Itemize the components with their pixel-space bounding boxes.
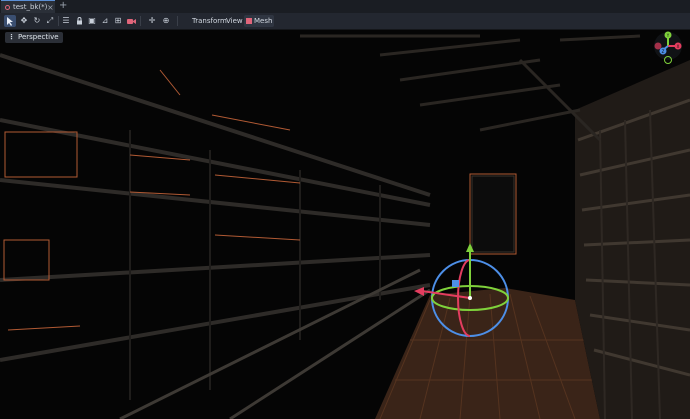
- local-space-icon[interactable]: ✛: [146, 15, 158, 27]
- axis-x-label: X: [677, 44, 680, 49]
- toolbar-separator: [177, 16, 178, 26]
- move-icon[interactable]: ✥: [18, 15, 30, 27]
- mesh-icon: [246, 18, 252, 24]
- snap-icon[interactable]: ⊞: [112, 15, 124, 27]
- orientation-gizmo[interactable]: Y X Z: [654, 31, 682, 64]
- kebab-menu-icon: ⋮: [8, 33, 15, 41]
- scene-tab[interactable]: test_bk(*) ×: [1, 0, 55, 13]
- camera-override-icon[interactable]: [125, 15, 137, 27]
- list-select-icon[interactable]: ☰: [60, 15, 72, 27]
- scene-render: Y X Z: [0, 31, 690, 419]
- view-menu[interactable]: View: [224, 15, 245, 27]
- select-icon[interactable]: [4, 15, 16, 27]
- perspective-label: Perspective: [18, 33, 59, 41]
- viewport-toolbar: ✥ ↻ ⤢ ☰ ▣ ⊿ ⊞ ✛ ⊕ Transform View Mesh: [0, 13, 690, 30]
- mesh-menu[interactable]: Mesh: [244, 15, 275, 27]
- mesh-menu-label: Mesh: [254, 17, 273, 25]
- scene-icon: [5, 4, 10, 10]
- ruler-icon[interactable]: ⊿: [99, 15, 111, 27]
- lock-icon[interactable]: [73, 15, 85, 27]
- add-tab-icon[interactable]: +: [59, 0, 67, 12]
- group-icon[interactable]: ▣: [86, 15, 98, 27]
- perspective-menu-button[interactable]: ⋮ Perspective: [5, 32, 63, 43]
- 3d-viewport[interactable]: Y X Z: [0, 30, 690, 419]
- scene-tab-label: test_bk(*): [13, 3, 48, 11]
- close-icon[interactable]: ×: [47, 2, 54, 13]
- scene-tab-bar: test_bk(*) × +: [0, 0, 690, 14]
- grid-snap-icon[interactable]: ⊕: [160, 15, 172, 27]
- toolbar-separator: [58, 16, 59, 26]
- axis-z-label: Z: [662, 49, 665, 54]
- toolbar-separator: [140, 16, 141, 26]
- rotate-icon[interactable]: ↻: [31, 15, 43, 27]
- axis-y-label: Y: [666, 33, 670, 38]
- scale-icon[interactable]: ⤢: [44, 15, 56, 27]
- transform-menu[interactable]: Transform: [190, 15, 229, 27]
